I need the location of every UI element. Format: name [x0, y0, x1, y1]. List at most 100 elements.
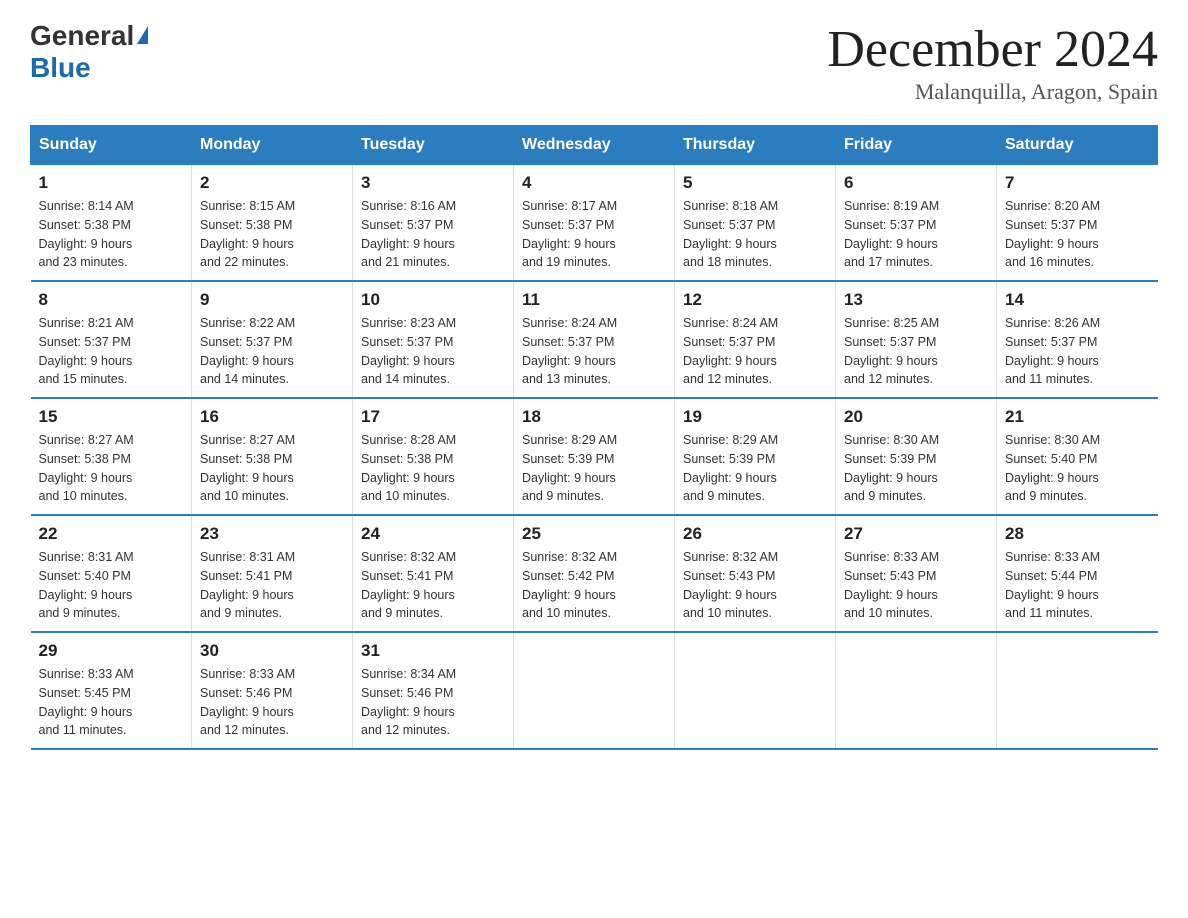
month-title: December 2024: [827, 20, 1158, 79]
day-info: Sunrise: 8:26 AMSunset: 5:37 PMDaylight:…: [1005, 314, 1150, 389]
day-number: 6: [844, 173, 988, 193]
day-info: Sunrise: 8:28 AMSunset: 5:38 PMDaylight:…: [361, 431, 505, 506]
day-cell-5: 5Sunrise: 8:18 AMSunset: 5:37 PMDaylight…: [675, 165, 836, 282]
day-cell-24: 24 Sunrise: 8:32 AMSunset: 5:41 PMDayligh…: [353, 515, 514, 632]
day-number: 7: [1005, 173, 1150, 193]
day-number: 1: [39, 173, 184, 193]
day-info: Sunrise: 8:27 AMSunset: 5:38 PMDaylight:…: [200, 431, 344, 506]
logo: General Blue: [30, 20, 148, 84]
day-info: Sunrise: 8:19 AMSunset: 5:37 PMDaylight:…: [844, 197, 988, 272]
column-header-wednesday: Wednesday: [514, 126, 675, 165]
day-info: Sunrise: 8:33 AMSunset: 5:44 PMDaylight:…: [1005, 548, 1150, 623]
day-info: Sunrise: 8:32 AMSunset: 5:43 PMDaylight:…: [683, 548, 827, 623]
week-row-4: 22 Sunrise: 8:31 AMSunset: 5:40 PMDayligh…: [31, 515, 1158, 632]
day-number: 20: [844, 407, 988, 427]
day-info: Sunrise: 8:24 AMSunset: 5:37 PMDaylight:…: [522, 314, 666, 389]
column-header-friday: Friday: [836, 126, 997, 165]
day-cell-30: 30 Sunrise: 8:33 AMSunset: 5:46 PMDayligh…: [192, 632, 353, 749]
day-number: 8: [39, 290, 184, 310]
logo-blue-text: Blue: [30, 52, 91, 83]
day-cell-2: 2 Sunrise: 8:15 AMSunset: 5:38 PMDaylight…: [192, 165, 353, 282]
day-cell-27: 27 Sunrise: 8:33 AMSunset: 5:43 PMDayligh…: [836, 515, 997, 632]
day-number: 15: [39, 407, 184, 427]
day-number: 13: [844, 290, 988, 310]
day-info: Sunrise: 8:21 AMSunset: 5:37 PMDaylight:…: [39, 314, 184, 389]
day-number: 22: [39, 524, 184, 544]
day-cell-20: 20 Sunrise: 8:30 AMSunset: 5:39 PMDayligh…: [836, 398, 997, 515]
day-info: Sunrise: 8:32 AMSunset: 5:42 PMDaylight:…: [522, 548, 666, 623]
day-info: Sunrise: 8:17 AMSunset: 5:37 PMDaylight:…: [522, 197, 666, 272]
day-info: Sunrise: 8:14 AMSunset: 5:38 PMDaylight:…: [39, 197, 184, 272]
column-header-sunday: Sunday: [31, 126, 192, 165]
day-number: 23: [200, 524, 344, 544]
day-info: Sunrise: 8:30 AMSunset: 5:39 PMDaylight:…: [844, 431, 988, 506]
day-cell-11: 11Sunrise: 8:24 AMSunset: 5:37 PMDayligh…: [514, 281, 675, 398]
day-number: 27: [844, 524, 988, 544]
day-cell-18: 18 Sunrise: 8:29 AMSunset: 5:39 PMDayligh…: [514, 398, 675, 515]
day-info: Sunrise: 8:33 AMSunset: 5:43 PMDaylight:…: [844, 548, 988, 623]
day-cell-10: 10 Sunrise: 8:23 AMSunset: 5:37 PMDayligh…: [353, 281, 514, 398]
day-info: Sunrise: 8:31 AMSunset: 5:41 PMDaylight:…: [200, 548, 344, 623]
logo-general-text: General: [30, 20, 134, 52]
day-info: Sunrise: 8:29 AMSunset: 5:39 PMDaylight:…: [683, 431, 827, 506]
day-cell-26: 26 Sunrise: 8:32 AMSunset: 5:43 PMDayligh…: [675, 515, 836, 632]
calendar-table: SundayMondayTuesdayWednesdayThursdayFrid…: [30, 125, 1158, 750]
day-number: 26: [683, 524, 827, 544]
day-cell-3: 3Sunrise: 8:16 AMSunset: 5:37 PMDaylight…: [353, 165, 514, 282]
day-info: Sunrise: 8:23 AMSunset: 5:37 PMDaylight:…: [361, 314, 505, 389]
day-info: Sunrise: 8:20 AMSunset: 5:37 PMDaylight:…: [1005, 197, 1150, 272]
day-number: 2: [200, 173, 344, 193]
day-info: Sunrise: 8:32 AMSunset: 5:41 PMDaylight:…: [361, 548, 505, 623]
day-number: 25: [522, 524, 666, 544]
day-cell-6: 6 Sunrise: 8:19 AMSunset: 5:37 PMDaylight…: [836, 165, 997, 282]
column-header-tuesday: Tuesday: [353, 126, 514, 165]
logo-triangle-icon: [137, 26, 148, 44]
day-info: Sunrise: 8:16 AMSunset: 5:37 PMDaylight:…: [361, 197, 505, 272]
day-number: 4: [522, 173, 666, 193]
day-cell-13: 13 Sunrise: 8:25 AMSunset: 5:37 PMDayligh…: [836, 281, 997, 398]
day-number: 24: [361, 524, 505, 544]
column-header-thursday: Thursday: [675, 126, 836, 165]
day-number: 14: [1005, 290, 1150, 310]
day-info: Sunrise: 8:33 AMSunset: 5:46 PMDaylight:…: [200, 665, 344, 740]
day-number: 17: [361, 407, 505, 427]
day-cell-28: 28 Sunrise: 8:33 AMSunset: 5:44 PMDayligh…: [997, 515, 1158, 632]
day-cell-29: 29Sunrise: 8:33 AMSunset: 5:45 PMDayligh…: [31, 632, 192, 749]
title-area: December 2024 Malanquilla, Aragon, Spain: [827, 20, 1158, 105]
day-number: 12: [683, 290, 827, 310]
calendar-header-row: SundayMondayTuesdayWednesdayThursdayFrid…: [31, 126, 1158, 165]
day-info: Sunrise: 8:30 AMSunset: 5:40 PMDaylight:…: [1005, 431, 1150, 506]
day-cell-21: 21 Sunrise: 8:30 AMSunset: 5:40 PMDayligh…: [997, 398, 1158, 515]
day-info: Sunrise: 8:22 AMSunset: 5:37 PMDaylight:…: [200, 314, 344, 389]
day-info: Sunrise: 8:31 AMSunset: 5:40 PMDaylight:…: [39, 548, 184, 623]
week-row-3: 15 Sunrise: 8:27 AMSunset: 5:38 PMDayligh…: [31, 398, 1158, 515]
day-number: 10: [361, 290, 505, 310]
day-cell-8: 8 Sunrise: 8:21 AMSunset: 5:37 PMDaylight…: [31, 281, 192, 398]
day-number: 9: [200, 290, 344, 310]
column-header-monday: Monday: [192, 126, 353, 165]
day-cell-4: 4 Sunrise: 8:17 AMSunset: 5:37 PMDaylight…: [514, 165, 675, 282]
day-number: 16: [200, 407, 344, 427]
day-info: Sunrise: 8:34 AMSunset: 5:46 PMDaylight:…: [361, 665, 505, 740]
day-cell-14: 14 Sunrise: 8:26 AMSunset: 5:37 PMDayligh…: [997, 281, 1158, 398]
day-info: Sunrise: 8:15 AMSunset: 5:38 PMDaylight:…: [200, 197, 344, 272]
day-cell-23: 23 Sunrise: 8:31 AMSunset: 5:41 PMDayligh…: [192, 515, 353, 632]
day-number: 18: [522, 407, 666, 427]
empty-cell: [514, 632, 675, 749]
day-number: 29: [39, 641, 184, 661]
day-number: 30: [200, 641, 344, 661]
day-number: 21: [1005, 407, 1150, 427]
day-info: Sunrise: 8:25 AMSunset: 5:37 PMDaylight:…: [844, 314, 988, 389]
day-cell-7: 7 Sunrise: 8:20 AMSunset: 5:37 PMDaylight…: [997, 165, 1158, 282]
week-row-1: 1 Sunrise: 8:14 AMSunset: 5:38 PMDaylight…: [31, 165, 1158, 282]
day-info: Sunrise: 8:29 AMSunset: 5:39 PMDaylight:…: [522, 431, 666, 506]
week-row-5: 29Sunrise: 8:33 AMSunset: 5:45 PMDayligh…: [31, 632, 1158, 749]
day-cell-25: 25 Sunrise: 8:32 AMSunset: 5:42 PMDayligh…: [514, 515, 675, 632]
day-cell-15: 15Sunrise: 8:27 AMSunset: 5:38 PMDayligh…: [31, 398, 192, 515]
header: General Blue December 2024 Malanquilla, …: [30, 20, 1158, 105]
empty-cell: [997, 632, 1158, 749]
day-cell-12: 12Sunrise: 8:24 AMSunset: 5:37 PMDayligh…: [675, 281, 836, 398]
empty-cell: [836, 632, 997, 749]
day-number: 28: [1005, 524, 1150, 544]
day-cell-22: 22 Sunrise: 8:31 AMSunset: 5:40 PMDayligh…: [31, 515, 192, 632]
